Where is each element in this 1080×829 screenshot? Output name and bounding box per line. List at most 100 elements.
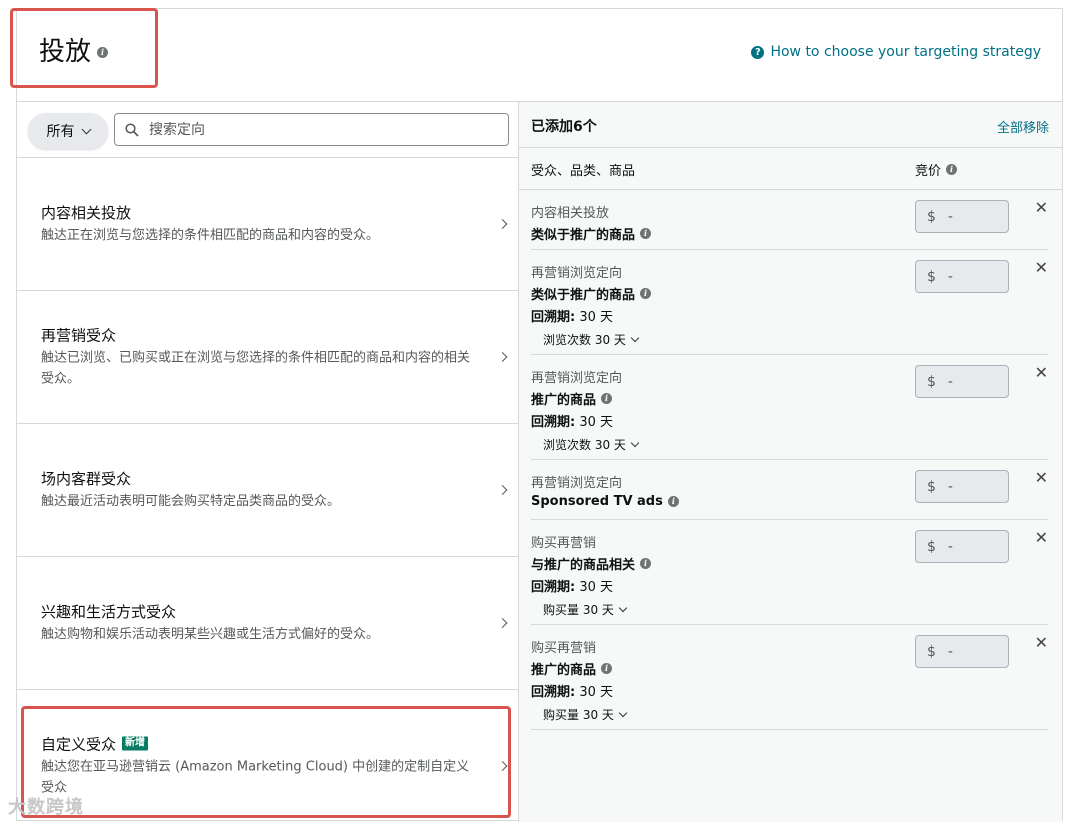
target-name-text: 类似于推广的商品 — [531, 228, 636, 243]
info-icon[interactable]: i — [946, 164, 958, 175]
target-name-text: Sponsored TV ads — [531, 494, 663, 509]
category-custom-audience[interactable]: 自定义受众 新增 触达您在亚马逊营销云 (Amazon Marketing Cl… — [17, 690, 518, 823]
chevron-down-icon — [630, 333, 640, 343]
chevron-down-icon — [81, 124, 91, 134]
category-in-market[interactable]: 场内客群受众 触达最近活动表明可能会购买特定品类商品的受众。 — [17, 424, 518, 557]
target-name-text: 推广的商品 — [531, 393, 597, 408]
search-icon — [125, 122, 139, 137]
chevron-right-icon — [497, 618, 508, 628]
close-icon[interactable]: ✕ — [1035, 528, 1048, 547]
added-targets-header: 已添加6个 全部移除 — [519, 102, 1062, 148]
target-name-text: 与推广的商品相关 — [531, 558, 636, 573]
close-icon[interactable]: ✕ — [1035, 198, 1048, 217]
search-input[interactable] — [149, 121, 508, 138]
close-icon[interactable]: ✕ — [1035, 363, 1048, 382]
lookback-value: 30 天 — [579, 685, 614, 700]
category-title: 自定义受众 新增 — [41, 733, 474, 754]
lookback-label: 回溯期: — [531, 415, 576, 430]
lookback-label: 回溯期: — [531, 310, 576, 325]
added-count: 已添加6个 — [531, 119, 597, 135]
new-badge: 新增 — [122, 736, 149, 751]
page-title-text: 投放 — [39, 37, 92, 67]
info-icon[interactable]: i — [640, 558, 652, 569]
currency-symbol: $ — [927, 643, 936, 660]
chevron-right-icon — [497, 485, 508, 495]
category-title: 内容相关投放 — [41, 204, 132, 222]
table-header: 受众、品类、商品 竞价 i — [519, 148, 1062, 190]
bid-value: - — [947, 208, 953, 225]
column-header-bid-label: 竞价 — [915, 164, 942, 179]
lookback: 回溯期: 30 天 — [531, 306, 1048, 325]
page-title: 投放 i — [39, 31, 109, 68]
currency-symbol: $ — [927, 208, 936, 225]
panel-header: 投放 i ? How to choose your targeting stra… — [17, 9, 1062, 102]
category-description: 触达您在亚马逊营销云 (Amazon Marketing Cloud) 中创建的… — [41, 759, 470, 796]
filter-dropdown-label: 所有 — [46, 124, 75, 140]
category-remarketing[interactable]: 再营销受众 触达已浏览、已购买或正在浏览与您选择的条件相匹配的商品和内容的相关受… — [17, 291, 518, 424]
lookback: 回溯期: 30 天 — [531, 411, 1048, 430]
frequency-label: 购买量 30 天 — [543, 603, 614, 617]
frequency-label: 浏览次数 30 天 — [543, 333, 626, 347]
chevron-right-icon — [497, 352, 508, 362]
category-contextual[interactable]: 内容相关投放 触达正在浏览与您选择的条件相匹配的商品和内容的受众。 — [17, 158, 518, 291]
question-icon: ? — [751, 45, 765, 59]
search-box — [114, 113, 509, 146]
category-interests-lifestyle[interactable]: 兴趣和生活方式受众 触达购物和娱乐活动表明某些兴趣或生活方式偏好的受众。 — [17, 557, 518, 690]
currency-symbol: $ — [927, 373, 936, 390]
info-icon[interactable]: i — [601, 393, 613, 404]
frequency-dropdown[interactable]: 浏览次数 30 天 — [543, 331, 1048, 348]
bid-input[interactable]: $ - — [915, 470, 1009, 503]
info-icon[interactable]: i — [667, 496, 679, 507]
lookback-value: 30 天 — [579, 415, 614, 430]
close-icon[interactable]: ✕ — [1035, 633, 1048, 652]
info-icon[interactable]: i — [640, 288, 652, 299]
lookback-label: 回溯期: — [531, 580, 576, 595]
lookback: 回溯期: 30 天 — [531, 681, 1048, 700]
info-icon[interactable]: i — [97, 47, 109, 58]
target-row: 再营销浏览定向 类似于推广的商品 i 回溯期: 30 天 浏览次数 30 天 $… — [531, 250, 1048, 355]
bid-input[interactable]: $ - — [915, 365, 1009, 398]
lookback: 回溯期: 30 天 — [531, 576, 1048, 595]
bid-input[interactable]: $ - — [915, 635, 1009, 668]
targeting-strategy-help-link[interactable]: ? How to choose your targeting strategy — [751, 44, 1041, 60]
close-icon[interactable]: ✕ — [1035, 468, 1048, 487]
chevron-right-icon — [497, 219, 508, 229]
lookback-value: 30 天 — [579, 310, 614, 325]
currency-symbol: $ — [927, 478, 936, 495]
target-name-text: 推广的商品 — [531, 663, 597, 678]
filter-dropdown[interactable]: 所有 — [28, 113, 108, 149]
watermark: 大数跨境 — [8, 797, 84, 818]
frequency-label: 购买量 30 天 — [543, 708, 614, 722]
bid-input[interactable]: $ - — [915, 530, 1009, 563]
chevron-down-icon — [618, 708, 628, 718]
remove-all-link[interactable]: 全部移除 — [997, 117, 1049, 136]
info-icon[interactable]: i — [640, 228, 652, 239]
target-row: 购买再营销 推广的商品 i 回溯期: 30 天 购买量 30 天 $ - ✕ — [531, 625, 1048, 730]
target-row: 内容相关投放 类似于推广的商品 i $ - ✕ — [531, 190, 1048, 250]
bid-value: - — [947, 478, 953, 495]
column-header-bid: 竞价 i — [915, 160, 958, 179]
lookback-value: 30 天 — [579, 580, 614, 595]
target-row: 购买再营销 与推广的商品相关 i 回溯期: 30 天 购买量 30 天 $ - … — [531, 520, 1048, 625]
category-description: 触达正在浏览与您选择的条件相匹配的商品和内容的受众。 — [41, 228, 380, 243]
bid-value: - — [947, 643, 953, 660]
bid-input[interactable]: $ - — [915, 260, 1009, 293]
close-icon[interactable]: ✕ — [1035, 258, 1048, 277]
frequency-dropdown[interactable]: 浏览次数 30 天 — [543, 436, 1048, 453]
column-header-audience: 受众、品类、商品 — [531, 164, 636, 179]
bid-input[interactable]: $ - — [915, 200, 1009, 233]
category-title: 再营销受众 — [41, 326, 117, 345]
chevron-right-icon — [497, 760, 508, 771]
currency-symbol: $ — [927, 268, 936, 285]
frequency-dropdown[interactable]: 购买量 30 天 — [543, 601, 1048, 618]
bid-value: - — [947, 538, 953, 555]
info-icon[interactable]: i — [601, 663, 613, 674]
help-link-label: How to choose your targeting strategy — [770, 44, 1041, 60]
category-description: 触达已浏览、已购买或正在浏览与您选择的条件相匹配的商品和内容的相关受众。 — [41, 350, 471, 387]
frequency-dropdown[interactable]: 购买量 30 天 — [543, 706, 1048, 723]
chevron-down-icon — [618, 603, 628, 613]
lookback-label: 回溯期: — [531, 685, 576, 700]
category-title-text: 自定义受众 — [41, 735, 117, 754]
category-title: 场内客群受众 — [41, 470, 132, 488]
frequency-label: 浏览次数 30 天 — [543, 438, 626, 452]
